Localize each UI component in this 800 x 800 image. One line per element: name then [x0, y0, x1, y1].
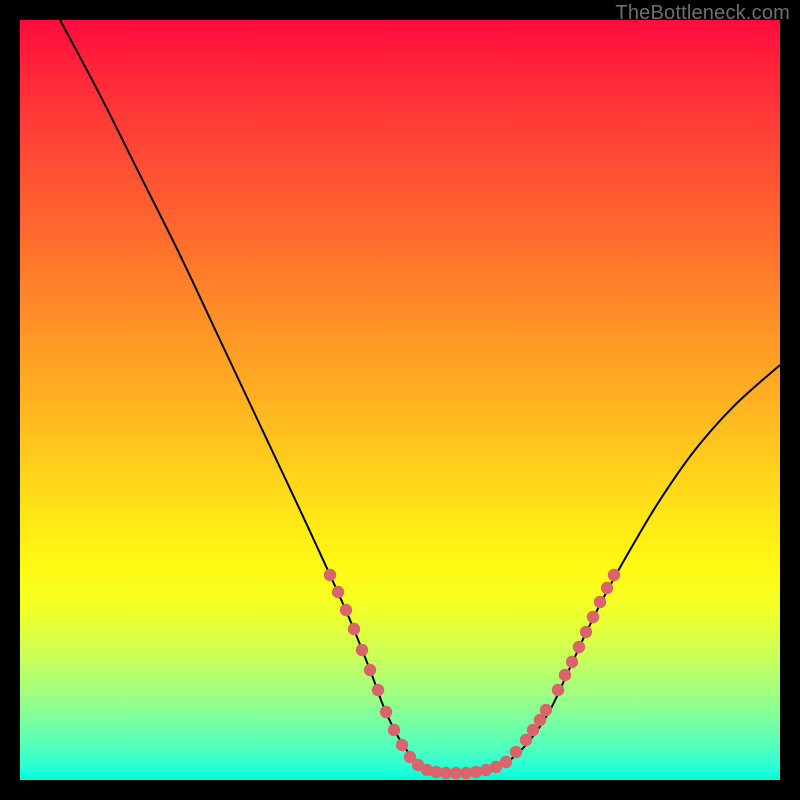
- highlight-dot: [510, 746, 522, 758]
- highlight-dot: [372, 684, 384, 696]
- highlight-dot: [594, 596, 606, 608]
- highlight-dot: [324, 569, 336, 581]
- highlight-dot: [500, 756, 512, 768]
- plot-area: [20, 20, 780, 780]
- highlight-dot: [520, 734, 532, 746]
- curve-layer: [20, 20, 780, 780]
- highlight-dot: [348, 623, 360, 635]
- bottleneck-curve: [60, 20, 780, 773]
- highlight-dot: [601, 582, 613, 594]
- highlight-dot: [364, 664, 376, 676]
- highlight-dot: [559, 669, 571, 681]
- highlight-dot: [573, 641, 585, 653]
- highlight-dot: [527, 724, 539, 736]
- highlight-dot: [566, 656, 578, 668]
- highlight-dot: [580, 626, 592, 638]
- highlight-dot: [388, 724, 400, 736]
- highlight-dot: [608, 569, 620, 581]
- chart-stage: TheBottleneck.com: [0, 0, 800, 800]
- highlight-dot: [340, 604, 352, 616]
- highlight-dot: [587, 611, 599, 623]
- highlight-dot: [396, 739, 408, 751]
- highlight-dot: [332, 586, 344, 598]
- highlight-dot: [380, 706, 392, 718]
- highlight-dot: [552, 684, 564, 696]
- highlight-dot: [356, 644, 368, 656]
- highlight-dot: [540, 704, 552, 716]
- highlight-dots-group: [324, 569, 620, 779]
